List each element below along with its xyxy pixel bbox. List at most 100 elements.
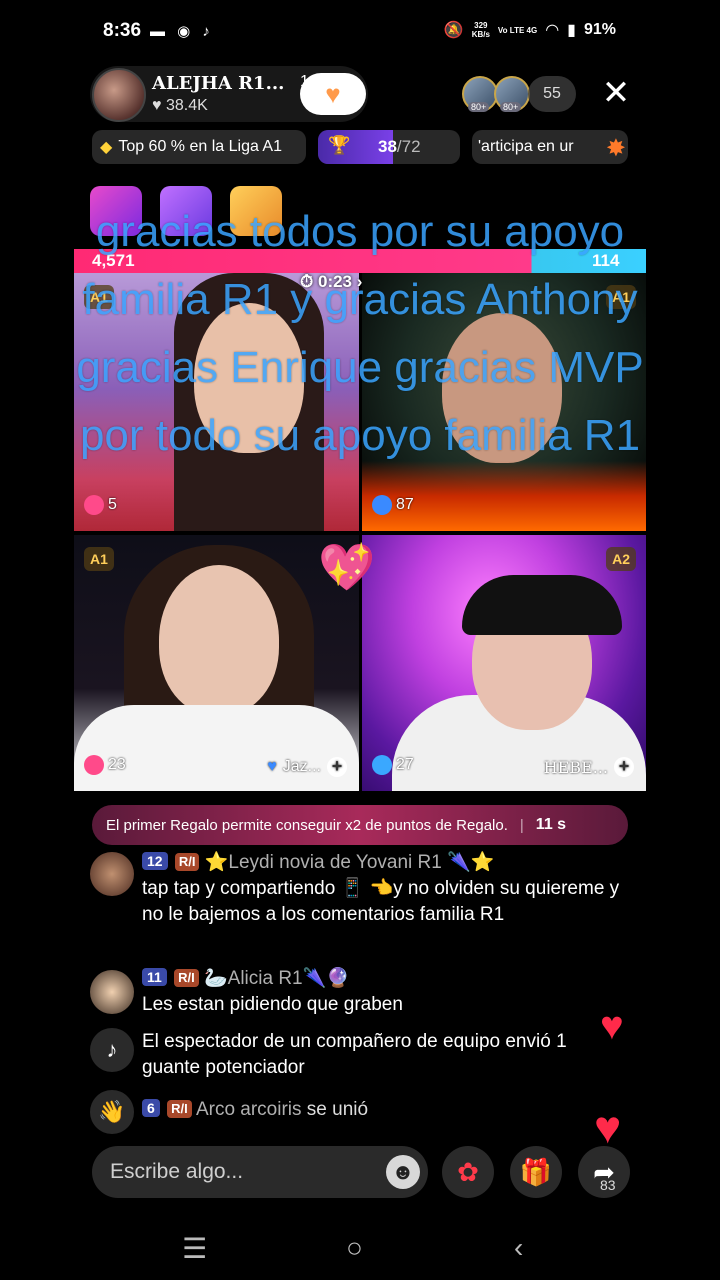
comment-input[interactable]	[110, 1156, 370, 1188]
viewer-count[interactable]: 55	[528, 76, 576, 112]
person-shirt	[74, 705, 359, 791]
home-icon[interactable]: ○	[346, 1232, 363, 1264]
notification-icons: ▬ ◉ ♪	[150, 23, 214, 40]
level-badge: 6	[142, 1099, 160, 1117]
tiktok-icon: ♪	[90, 1028, 134, 1072]
avatar[interactable]	[90, 970, 134, 1014]
gift-icon: 🎁	[519, 1157, 553, 1187]
emoji-icon[interactable]: ☻	[386, 1155, 420, 1189]
score-icon	[84, 495, 104, 515]
promo-countdown: 11 s	[535, 816, 567, 833]
recent-apps-icon[interactable]: ☰	[182, 1232, 207, 1265]
chat-message[interactable]: 12 R/I ⭐Leydi novia de Yovani R1 🌂⭐ tap …	[90, 852, 630, 962]
level-badge: 12	[142, 852, 168, 870]
score-icon	[372, 755, 392, 775]
person-face	[194, 303, 304, 453]
promo-banner: El primer Regalo permite conseguir x2 de…	[92, 805, 628, 845]
rank-badge: A1	[84, 547, 114, 571]
join-message: 👋 6 R/I Arco arcoiris se unió	[90, 1090, 630, 1134]
chat-username[interactable]: ⭐Leydi novia de Yovani R1 🌂⭐	[205, 852, 495, 873]
floating-heart-icon: ♥	[600, 1004, 624, 1048]
chat-username[interactable]: Arco arcoiris	[196, 1099, 302, 1120]
share-count: 83	[600, 1177, 616, 1193]
person-face	[442, 313, 562, 463]
status-time: 8:36	[103, 20, 142, 41]
promo-text: El primer Regalo permite conseguir x2 de…	[106, 816, 508, 834]
participate-text: 'articipa en ur	[478, 138, 574, 155]
rose-icon: ✿	[457, 1157, 479, 1187]
fan-badge: R/I	[174, 853, 200, 871]
fan-badge: R/I	[174, 969, 199, 987]
gift-envelope-icon	[160, 186, 212, 236]
avatar[interactable]	[90, 852, 134, 896]
progress-text: 38/72	[378, 137, 421, 156]
rank-badge: A2	[606, 547, 636, 571]
status-bar: 8:36 ▬ ◉ ♪ 🔕 329 KB/s Vo LTE 4G ◠ ▮ 91%	[0, 0, 720, 64]
heart-icon: ♥	[267, 758, 277, 775]
fan-badge: R/I	[167, 1100, 192, 1118]
guest-tile-2[interactable]: A1 87	[362, 273, 646, 531]
chat-text: tap tap y compartiendo 📱 👈y no olviden s…	[142, 878, 620, 925]
participate-banner[interactable]: 'articipa en ur ✸	[472, 130, 628, 164]
rose-gift-button[interactable]: ✿	[442, 1146, 494, 1198]
host-name[interactable]: ALEJHA R1...	[152, 73, 284, 94]
league-text: Top 60 % en la Liga A1	[118, 138, 282, 155]
viewer-avatar[interactable]: 80+	[462, 76, 498, 112]
gift-card-icon	[90, 186, 142, 236]
follow-count: 12	[300, 73, 318, 90]
close-icon[interactable]: ✕	[598, 76, 634, 112]
person-face	[159, 565, 279, 715]
back-icon[interactable]: ‹	[514, 1232, 523, 1264]
battle-left-score: 4,571	[92, 251, 135, 270]
viewer-rank-badge: 80+	[468, 102, 490, 112]
system-nav-bar: ☰ ○ ‹	[0, 1220, 720, 1280]
chat-text: Les estan pidiendo que graben	[142, 994, 403, 1015]
host-avatar[interactable]	[92, 68, 146, 122]
host-likes: ♥ 38.4K	[152, 97, 208, 114]
wave-hand-icon: 👋	[90, 1090, 134, 1134]
battery-icon: ▮	[567, 22, 576, 39]
top-viewers[interactable]: 80+ 80+	[462, 76, 532, 112]
tile-score: 5	[84, 493, 117, 517]
tile-name[interactable]: ♥ Jaz... +	[267, 757, 347, 777]
chat-text: se unió	[306, 1099, 369, 1120]
viewer-rank-badge: 80+	[500, 102, 522, 112]
treasure-chest-icon	[230, 186, 282, 236]
rank-badge: A1	[84, 285, 114, 309]
score-icon	[372, 495, 392, 515]
goal-progress[interactable]: 🏆 38/72	[318, 130, 460, 164]
add-icon[interactable]: +	[614, 757, 634, 777]
diamond-icon: ◆	[100, 139, 113, 156]
battle-timer: ⏱ 0:23 ›	[300, 272, 363, 291]
guest-tile-4[interactable]: A2 27 HEBE... +	[362, 535, 646, 791]
battery-level: 91%	[583, 21, 616, 38]
chat-body: 12 R/I ⭐Leydi novia de Yovani R1 🌂⭐ tap …	[142, 850, 630, 928]
chat-body: 11 R/I 🦢Alicia R1🌂🔮 Les estan pidiendo q…	[142, 966, 630, 1018]
battle-right-score: 114	[592, 251, 620, 270]
chat-message[interactable]: 11 R/I 🦢Alicia R1🌂🔮 Les estan pidiendo q…	[90, 968, 630, 1018]
chat-username[interactable]: 🦢Alicia R1🌂🔮	[204, 968, 350, 989]
tile-score: 23	[84, 753, 126, 777]
net-speed: 329 KB/s	[471, 21, 490, 39]
gift-icons	[90, 186, 290, 242]
comment-box[interactable]	[92, 1146, 428, 1198]
trophy-icon: 🏆	[328, 135, 351, 155]
guest-tile-1[interactable]: A1 5	[74, 273, 359, 531]
person-cap	[462, 575, 622, 635]
chat-body: 6 R/I Arco arcoiris se unió	[142, 1097, 630, 1123]
burst-icon: ✸	[605, 135, 626, 162]
system-message: ♪ El espectador de un compañero de equip…	[90, 1028, 630, 1082]
wifi-icon: ◠	[545, 22, 560, 39]
guest-tile-3[interactable]: A1 23 ♥ Jaz... +	[74, 535, 359, 791]
gift-button[interactable]: 🎁	[510, 1146, 562, 1198]
tile-name[interactable]: HEBE... +	[544, 757, 634, 777]
battle-score-bar	[74, 249, 646, 273]
level-badge: 11	[142, 968, 167, 986]
system-text: El espectador de un compañero de equipo …	[142, 1031, 567, 1078]
viewer-avatar[interactable]: 80+	[494, 76, 530, 112]
add-icon[interactable]: +	[327, 757, 347, 777]
score-icon	[84, 755, 104, 775]
sparkle-heart-icon: 💖	[318, 541, 376, 593]
league-pill[interactable]: ◆ Top 60 % en la Liga A1	[92, 130, 306, 164]
mute-icon: 🔕	[443, 22, 464, 39]
